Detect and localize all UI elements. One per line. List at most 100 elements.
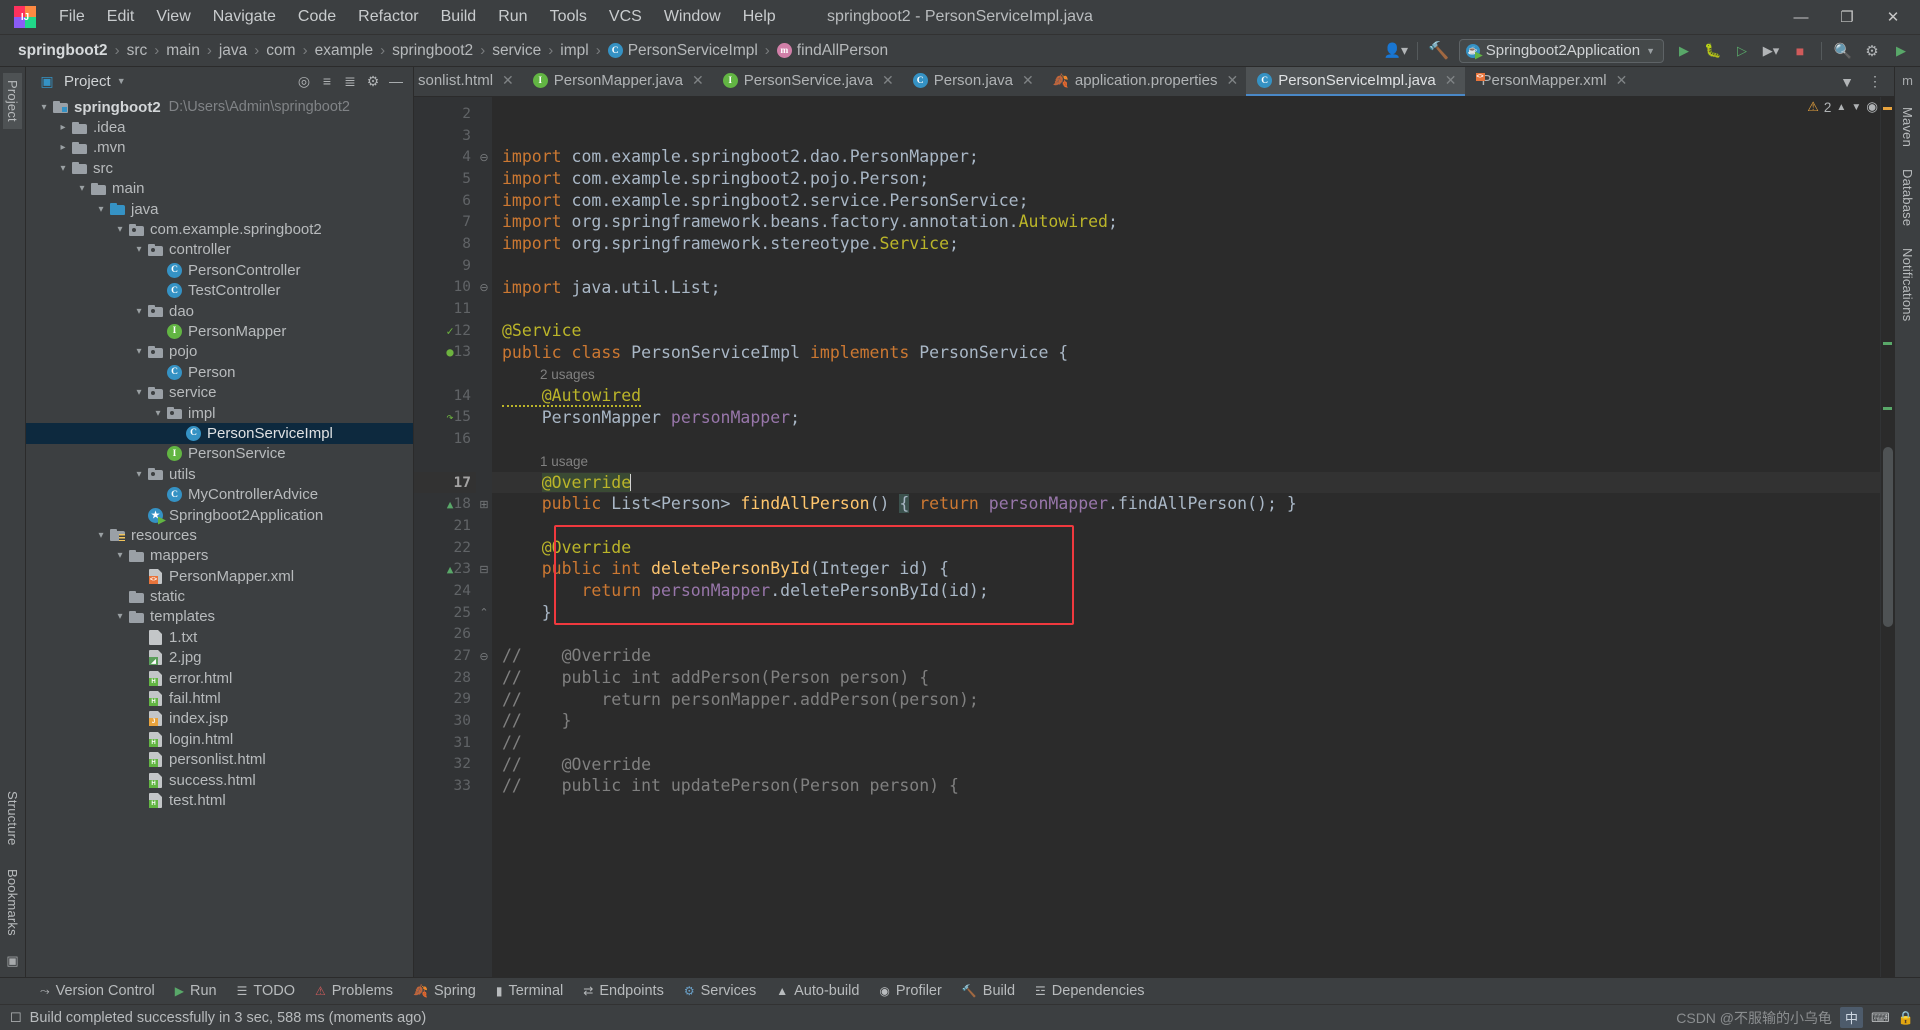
gutter-line[interactable]: ✓ 12: [414, 320, 476, 342]
chevron-up-icon[interactable]: ▲: [1836, 102, 1846, 113]
gutter-line[interactable]: 30: [414, 710, 476, 732]
tree-item-personserviceimpl[interactable]: C PersonServiceImpl: [26, 423, 413, 444]
editor-fold-column[interactable]: ⊖ ⊖ ⊞ ⊟ ⌃ ⊖: [476, 97, 492, 977]
tool-window-dependencies[interactable]: ☲ Dependencies: [1025, 980, 1154, 1002]
tree-item-service[interactable]: ▾ service: [26, 382, 413, 402]
breadcrumb-service[interactable]: service: [488, 40, 545, 62]
menu-edit[interactable]: Edit: [96, 4, 146, 30]
rail-item-maven[interactable]: Maven: [1898, 100, 1917, 154]
tree-item-mycontrolleradvice[interactable]: C MyControllerAdvice: [26, 484, 413, 504]
gear-icon[interactable]: ⚙: [362, 70, 384, 92]
gutter-line[interactable]: 14: [414, 385, 476, 407]
gutter-line[interactable]: ▲ 18: [414, 493, 476, 515]
chevron-down-icon[interactable]: ▼: [1834, 70, 1860, 94]
run-configuration-selector[interactable]: ☕ Springboot2Application ▼: [1458, 38, 1664, 63]
tool-window-build[interactable]: 🔨 Build: [952, 980, 1025, 1002]
stop-icon[interactable]: ■: [1787, 39, 1813, 63]
updates-icon[interactable]: ▶: [1888, 39, 1914, 63]
close-tab-icon[interactable]: ✕: [502, 72, 514, 89]
gutter-line[interactable]: [414, 363, 476, 385]
lock-icon[interactable]: 🔒: [1898, 1010, 1914, 1026]
run-more-icon[interactable]: ▶▾: [1758, 39, 1784, 63]
user-icon[interactable]: 👤▾: [1383, 39, 1409, 63]
close-button[interactable]: ✕: [1870, 0, 1916, 34]
override-icon[interactable]: ▲: [442, 563, 458, 576]
chevron-down-icon[interactable]: ▼: [1851, 102, 1861, 113]
hide-panel-icon[interactable]: —: [385, 70, 407, 92]
fold-toggle[interactable]: ⊞: [476, 493, 492, 515]
close-tab-icon[interactable]: ✕: [1445, 72, 1457, 89]
chevron-down-icon[interactable]: ▾: [131, 469, 147, 480]
gutter-line[interactable]: 4: [414, 146, 476, 168]
menu-help[interactable]: Help: [732, 4, 787, 30]
gutter-line[interactable]: 6: [414, 190, 476, 212]
tree-item-mappers[interactable]: ▾ mappers: [26, 546, 413, 566]
gutter-line[interactable]: 9: [414, 255, 476, 277]
breadcrumb-example[interactable]: example: [311, 40, 378, 62]
tree-item-1-txt[interactable]: 1.txt: [26, 627, 413, 647]
chevron-right-icon[interactable]: ▸: [55, 122, 71, 133]
tree-item-pojo[interactable]: ▾ pojo: [26, 342, 413, 362]
tree-item-personlist-html[interactable]: Hpersonlist.html: [26, 750, 413, 770]
chevron-down-icon[interactable]: ▾: [93, 530, 109, 541]
run-icon[interactable]: ▶: [1671, 39, 1697, 63]
tree-item--mvn[interactable]: ▸ .mvn: [26, 138, 413, 158]
search-icon[interactable]: 🔍: [1830, 39, 1856, 63]
chevron-down-icon[interactable]: ▾: [112, 611, 128, 622]
menu-view[interactable]: View: [145, 4, 201, 30]
breadcrumb-springboot2[interactable]: springboot2: [14, 40, 112, 62]
chevron-down-icon[interactable]: ▾: [93, 204, 109, 215]
tree-item-com-example-springboot2[interactable]: ▾ com.example.springboot2: [26, 219, 413, 239]
rail-item-notifications[interactable]: Notifications: [1898, 241, 1917, 328]
tool-window-todo[interactable]: ☰ TODO: [227, 980, 305, 1002]
gutter-line[interactable]: 17: [414, 471, 476, 494]
collapse-all-icon[interactable]: ≣: [339, 70, 361, 92]
build-hammer-icon[interactable]: 🔨: [1426, 39, 1452, 63]
gutter-line[interactable]: 24: [414, 580, 476, 602]
gutter-line[interactable]: 22: [414, 537, 476, 559]
tree-item-templates[interactable]: ▾ templates: [26, 607, 413, 627]
editor-tab-application-properties[interactable]: 🍂 application.properties ✕: [1042, 67, 1247, 96]
rail-item-structure[interactable]: Structure: [3, 784, 22, 853]
breadcrumb-method[interactable]: m findAllPerson: [773, 40, 892, 62]
close-tab-icon[interactable]: ✕: [882, 72, 894, 89]
expand-all-icon[interactable]: ≡: [316, 70, 338, 92]
event-log-icon[interactable]: ☐: [10, 1010, 22, 1026]
tool-window-endpoints[interactable]: ⇄ Endpoints: [573, 980, 674, 1002]
tree-item-test-html[interactable]: Htest.html: [26, 790, 413, 810]
editor-tab-personservice-java[interactable]: I PersonService.java ✕: [712, 67, 902, 96]
tree-item-personmapper[interactable]: I PersonMapper: [26, 321, 413, 341]
inspection-widget[interactable]: ⚠ 2 ▲ ▼ ◉: [1807, 99, 1878, 115]
chevron-down-icon[interactable]: ▾: [74, 183, 90, 194]
chevron-down-icon[interactable]: ▾: [131, 387, 147, 398]
tool-window-strip[interactable]: ⤳ Version Control ▶ Run ☰ TODO ⚠ Problems 🍂 Sprin…: [0, 977, 1920, 1004]
breadcrumb-src[interactable]: src: [123, 40, 152, 62]
fold-toggle[interactable]: ⊟: [476, 558, 492, 580]
tree-item-error-html[interactable]: Herror.html: [26, 668, 413, 688]
gutter-line[interactable]: 7: [414, 211, 476, 233]
tree-item-person[interactable]: C Person: [26, 362, 413, 382]
tree-item-static[interactable]: static: [26, 586, 413, 606]
gutter-line[interactable]: ↷ 15: [414, 407, 476, 429]
breadcrumb-class[interactable]: C PersonServiceImpl: [604, 40, 762, 62]
tool-window-terminal[interactable]: ▮ Terminal: [486, 980, 573, 1002]
gutter-line[interactable]: 25: [414, 602, 476, 624]
tree-item-src[interactable]: ▾ src: [26, 158, 413, 178]
chevron-down-icon[interactable]: ▾: [112, 550, 128, 561]
navigate-impl-icon[interactable]: ↷: [442, 410, 458, 424]
tree-item-springboot2application[interactable]: ★ Springboot2Application: [26, 505, 413, 525]
tree-item-controller[interactable]: ▾ controller: [26, 240, 413, 260]
tool-window-services[interactable]: ⚙ Services: [674, 980, 766, 1002]
gutter-line[interactable]: 26: [414, 624, 476, 646]
gear-icon[interactable]: ⚙: [1859, 39, 1885, 63]
tree-item-fail-html[interactable]: Hfail.html: [26, 688, 413, 708]
rail-item-database[interactable]: Database: [1898, 162, 1917, 233]
chevron-down-icon[interactable]: ▾: [131, 346, 147, 357]
chevron-down-icon[interactable]: ▾: [112, 224, 128, 235]
tool-window-version-control[interactable]: ⤳ Version Control: [30, 980, 165, 1002]
ime-chip[interactable]: 中: [1840, 1007, 1864, 1028]
tree-item-personservice[interactable]: I PersonService: [26, 444, 413, 464]
tree-item-personmapper-xml[interactable]: <> PersonMapper.xml: [26, 566, 413, 586]
gutter-line[interactable]: 2: [414, 103, 476, 125]
coverage-icon[interactable]: ▷: [1729, 39, 1755, 63]
